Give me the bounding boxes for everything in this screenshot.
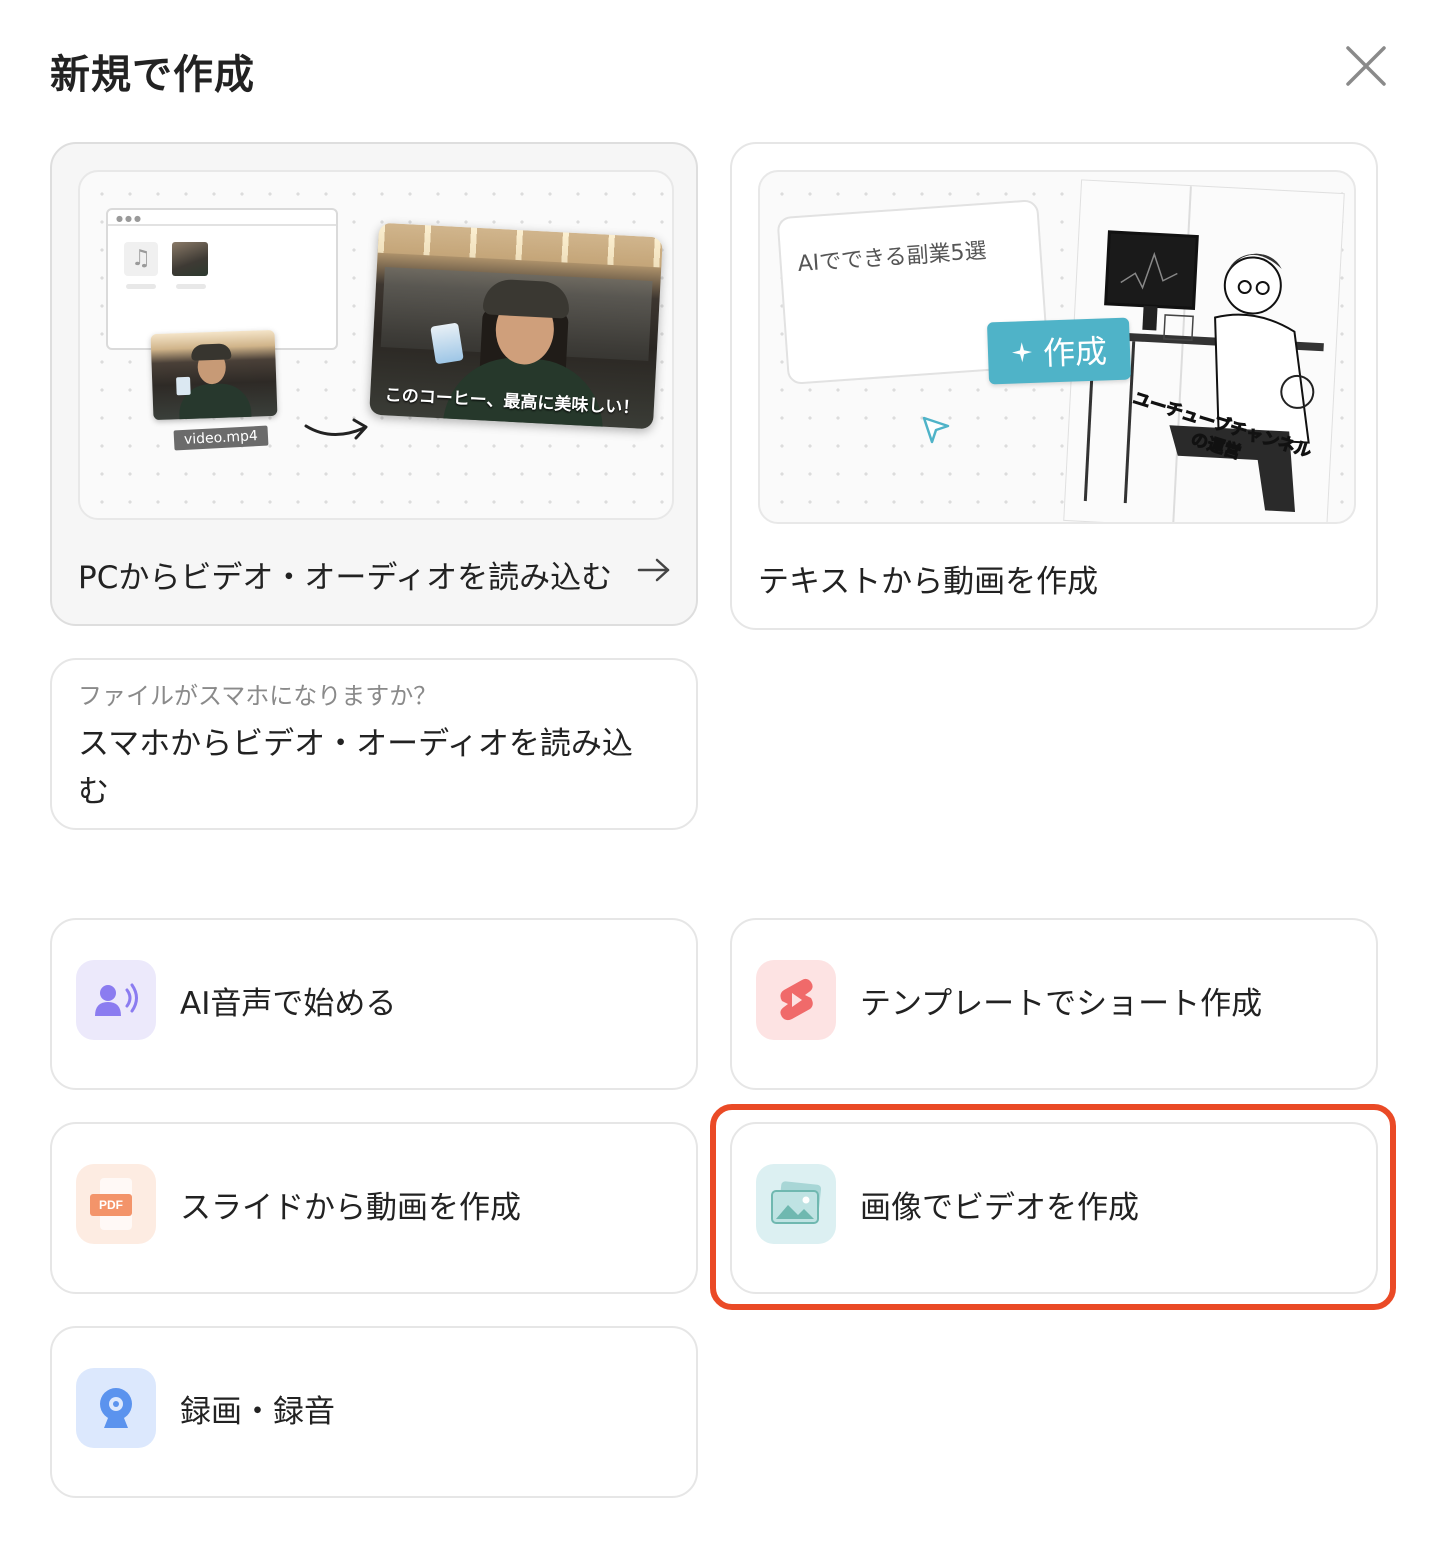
webcam-icon — [76, 1368, 156, 1448]
sparkle-icon — [1012, 342, 1033, 363]
text-to-video-card[interactable]: AIでできる副業5選 ユーチューブチャンネル の運営 作成 テキストから動画を作… — [730, 142, 1378, 630]
pc-import-card[interactable]: ●●● ♫ video.mp4 このコーヒー、最高に美味しい！ PCからビデオ・… — [50, 142, 698, 626]
record-card[interactable]: 録画・録音 — [50, 1326, 698, 1498]
image-video-card[interactable]: 画像でビデオを作成 — [730, 1122, 1378, 1294]
file-browser-window: ●●● ♫ — [106, 208, 338, 350]
mobile-import-label: スマホからビデオ・オーディオを読み込む — [78, 726, 633, 810]
ai-voice-label: AI音声で始める — [180, 986, 397, 1022]
close-icon[interactable] — [1340, 40, 1392, 92]
text-to-video-preview: AIでできる副業5選 ユーチューブチャンネル の運営 作成 — [758, 170, 1356, 524]
pdf-icon: PDF — [76, 1164, 156, 1244]
prompt-text: AIでできる副業5選 — [796, 238, 988, 277]
slides-label: スライドから動画を作成 — [180, 1190, 521, 1226]
text-to-video-label: テキストから動画を作成 — [758, 564, 1099, 600]
svg-text:PDF: PDF — [99, 1198, 123, 1212]
short-template-label: テンプレートでショート作成 — [860, 986, 1263, 1022]
create-button: 作成 — [986, 317, 1132, 385]
video-file-thumbnail — [172, 242, 208, 276]
image-video-label: 画像でビデオを作成 — [860, 1190, 1139, 1226]
ai-voice-icon — [76, 960, 156, 1040]
curved-arrow-icon — [304, 418, 368, 440]
image-icon — [756, 1164, 836, 1244]
mobile-import-card[interactable]: ファイルがスマホになりますか？ スマホからビデオ・オーディオを読み込む — [50, 658, 698, 830]
record-label: 録画・録音 — [180, 1394, 335, 1430]
captioned-video-preview: このコーヒー、最高に美味しい！ — [369, 222, 663, 430]
modal-title: 新規で作成 — [50, 52, 255, 98]
pc-import-label: PCからビデオ・オーディオを読み込む — [78, 560, 613, 596]
short-template-card[interactable]: テンプレートでショート作成 — [730, 918, 1378, 1090]
slides-card[interactable]: PDF スライドから動画を作成 — [50, 1122, 698, 1294]
create-new-modal: 新規で作成 ●●● ♫ video.mp4 このコーヒー、最高に美味しい！ PC… — [0, 0, 1430, 1544]
music-file-icon: ♫ — [124, 242, 158, 276]
arrow-right-icon — [637, 558, 670, 582]
cursor-icon — [922, 416, 950, 444]
pc-import-preview: ●●● ♫ video.mp4 このコーヒー、最高に美味しい！ — [78, 170, 674, 520]
shorts-icon — [756, 960, 836, 1040]
small-video-thumbnail — [150, 329, 278, 421]
file-name-tag: video.mp4 — [173, 425, 269, 451]
ai-voice-card[interactable]: AI音声で始める — [50, 918, 698, 1090]
mobile-import-hint: ファイルがスマホになりますか？ — [78, 682, 438, 710]
